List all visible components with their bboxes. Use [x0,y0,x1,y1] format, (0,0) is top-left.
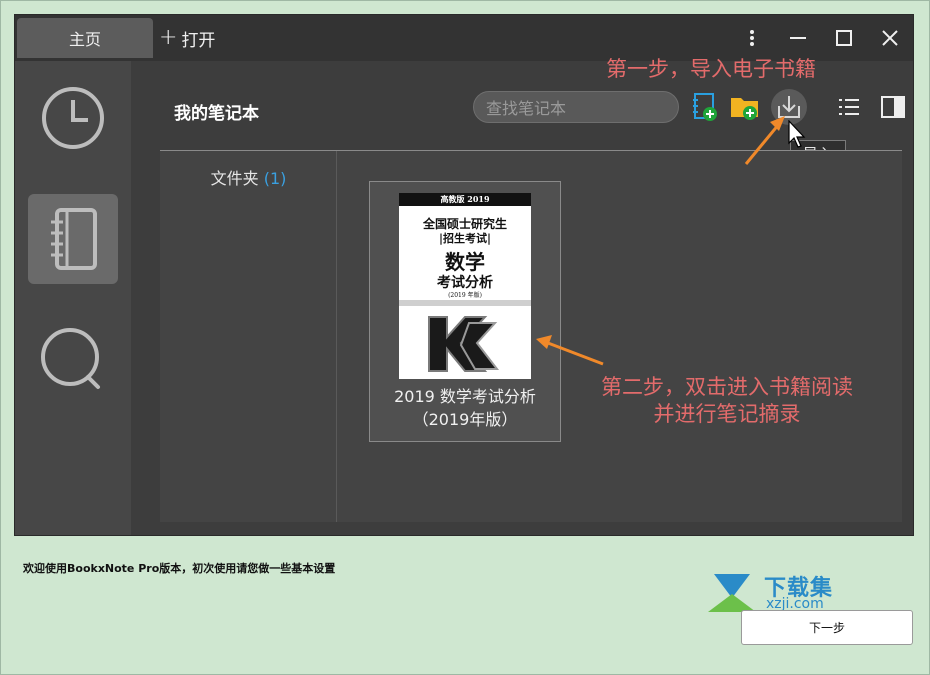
mouse-cursor-icon [788,120,806,148]
arrow-step2 [547,341,604,366]
next-button[interactable]: 下一步 [741,610,913,645]
watermark-logo-icon [708,574,756,612]
arrow-step1 [744,123,781,165]
arrow-step1-head [770,116,785,131]
arrow-step2-head [536,335,552,349]
welcome-message: 欢迎使用BookxNote Pro版本，初次使用请您做一些基本设置 [23,562,336,575]
next-button-label: 下一步 [808,621,845,635]
